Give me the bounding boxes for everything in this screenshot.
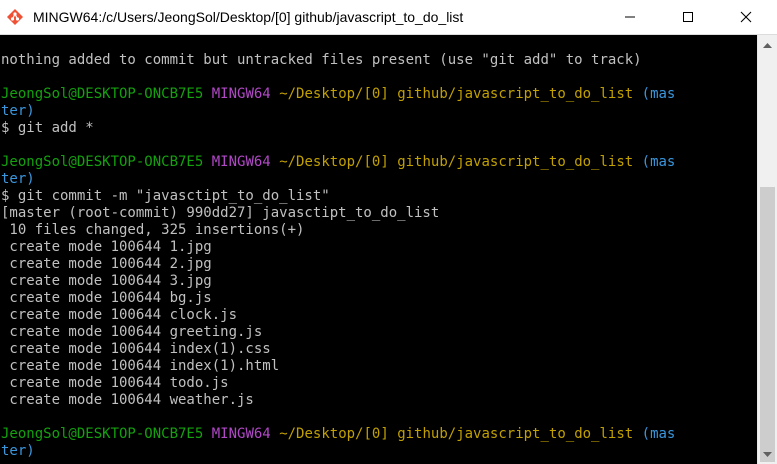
output-line: create mode 100644 3.jpg bbox=[1, 273, 212, 289]
scroll-down-button[interactable] bbox=[758, 446, 777, 464]
scroll-up-button[interactable] bbox=[758, 37, 777, 55]
prompt-branch-continuation: ter) bbox=[1, 171, 675, 188]
output-line: 10 files changed, 325 insertions(+) bbox=[1, 222, 305, 238]
maximize-icon bbox=[683, 12, 693, 22]
scroll-up-icon bbox=[763, 43, 772, 48]
terminal-window: MINGW64:/c/Users/JeongSol/Desktop/[0] gi… bbox=[0, 0, 777, 464]
prompt-line: JeongSol@DESKTOP-ONCB7E5 MINGW64 ~/Deskt… bbox=[1, 86, 675, 103]
output-line: create mode 100644 index(1).html bbox=[1, 358, 280, 374]
window-title: MINGW64:/c/Users/JeongSol/Desktop/[0] gi… bbox=[33, 9, 464, 25]
prompt-user: JeongSol@DESKTOP-ONCB7E5 bbox=[1, 426, 204, 442]
prompt-branch-continuation: ter) bbox=[1, 443, 675, 460]
output-line: create mode 100644 1.jpg bbox=[1, 239, 212, 255]
prompt-host: MINGW64 bbox=[211, 426, 271, 442]
prompt-branch: ter) bbox=[1, 103, 35, 119]
output-line: create mode 100644 index(1).css bbox=[1, 341, 271, 357]
prompt-path: ~/Desktop/[0] github/javascript_to_do_li… bbox=[279, 426, 634, 442]
output-line: nothing added to commit but untracked fi… bbox=[1, 52, 642, 68]
output-line: [master (root-commit) 990dd27] javasctip… bbox=[1, 205, 440, 221]
output-line: create mode 100644 2.jpg bbox=[1, 256, 212, 272]
minimize-icon bbox=[625, 16, 635, 18]
close-button[interactable] bbox=[723, 0, 769, 34]
output-line: $ git commit -m "javasctipt_to_do_list" bbox=[1, 188, 330, 204]
output-line: create mode 100644 greeting.js bbox=[1, 324, 263, 340]
scroll-thumb[interactable] bbox=[760, 187, 775, 462]
close-icon bbox=[740, 11, 752, 23]
prompt-path: ~/Desktop/[0] github/javascript_to_do_li… bbox=[279, 86, 634, 102]
prompt-branch: ter) bbox=[1, 171, 35, 187]
output-line: create mode 100644 todo.js bbox=[1, 375, 229, 391]
prompt-branch: (mas bbox=[641, 86, 676, 102]
prompt-branch: (mas bbox=[641, 154, 676, 170]
output-line: create mode 100644 clock.js bbox=[1, 307, 238, 323]
prompt-user: JeongSol@DESKTOP-ONCB7E5 bbox=[1, 86, 204, 102]
maximize-button[interactable] bbox=[665, 0, 711, 34]
prompt-host: MINGW64 bbox=[211, 86, 271, 102]
scroll-down-icon bbox=[763, 452, 772, 457]
title-bar[interactable]: MINGW64:/c/Users/JeongSol/Desktop/[0] gi… bbox=[0, 0, 777, 35]
terminal-output[interactable]: nothing added to commit but untracked fi… bbox=[0, 35, 757, 464]
prompt-line: JeongSol@DESKTOP-ONCB7E5 MINGW64 ~/Deskt… bbox=[1, 426, 675, 443]
prompt-branch-continuation: ter) bbox=[1, 103, 675, 120]
vertical-scrollbar[interactable] bbox=[757, 35, 777, 464]
output-line: create mode 100644 bg.js bbox=[1, 290, 212, 306]
minimize-button[interactable] bbox=[607, 0, 653, 34]
output-line: $ git add * bbox=[1, 120, 94, 136]
terminal-lines: nothing added to commit but untracked fi… bbox=[1, 52, 675, 460]
output-line: create mode 100644 weather.js bbox=[1, 392, 254, 408]
prompt-branch: ter) bbox=[1, 443, 35, 459]
git-bash-icon bbox=[7, 9, 23, 25]
prompt-user: JeongSol@DESKTOP-ONCB7E5 bbox=[1, 154, 204, 170]
prompt-branch: (mas bbox=[641, 426, 676, 442]
prompt-host: MINGW64 bbox=[211, 154, 271, 170]
prompt-path: ~/Desktop/[0] github/javascript_to_do_li… bbox=[279, 154, 634, 170]
prompt-line: JeongSol@DESKTOP-ONCB7E5 MINGW64 ~/Deskt… bbox=[1, 154, 675, 171]
